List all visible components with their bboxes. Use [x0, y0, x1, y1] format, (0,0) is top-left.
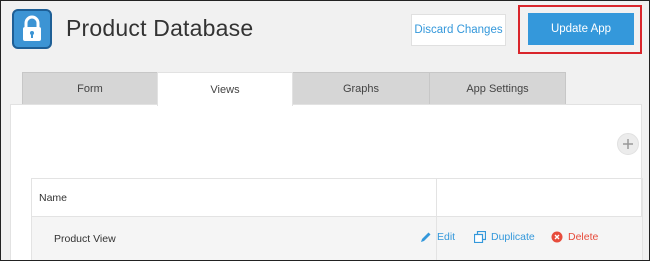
app-icon — [12, 9, 52, 49]
delete-view-button[interactable]: Delete — [551, 215, 598, 258]
tab-views[interactable]: Views — [157, 72, 293, 106]
app-title: Product Database — [66, 15, 254, 41]
duplicate-icon — [474, 230, 486, 243]
tab-app-settings[interactable]: App Settings — [429, 72, 566, 105]
tab-graphs[interactable]: Graphs — [292, 72, 430, 105]
column-header-actions — [437, 179, 642, 216]
discard-changes-button[interactable]: Discard Changes — [411, 14, 506, 46]
edit-label: Edit — [437, 230, 456, 243]
update-app-button[interactable]: Update App — [528, 13, 634, 45]
plus-icon — [623, 139, 633, 149]
view-name: Product View — [54, 232, 116, 245]
duplicate-view-button[interactable]: Duplicate — [474, 215, 535, 258]
lock-icon — [23, 15, 41, 41]
delete-circle-icon — [551, 231, 563, 242]
edit-view-button[interactable]: Edit — [420, 215, 455, 258]
pencil-icon — [421, 232, 431, 242]
add-view-button[interactable] — [617, 133, 639, 155]
duplicate-label: Duplicate — [491, 230, 535, 243]
column-header-name: Name — [32, 179, 437, 216]
delete-label: Delete — [568, 230, 599, 243]
tab-form[interactable]: Form — [22, 72, 158, 105]
